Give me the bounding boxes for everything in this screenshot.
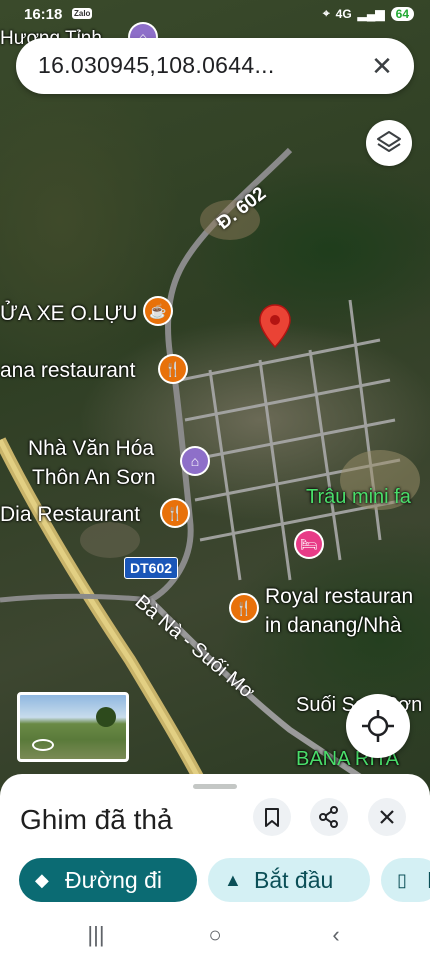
android-nav-bar: ||| ○ ‹ [0,912,430,960]
bookmark-icon [265,808,279,827]
directions-button[interactable]: ◆ Đường đi [19,858,197,902]
close-icon[interactable]: ✕ [366,50,398,82]
road-shield-dt602: DT602 [124,557,179,579]
community-hall-poi-icon[interactable]: ⌂ [182,448,208,474]
restaurant-poi-icon[interactable]: 🍴 [231,595,257,621]
tree-shape [96,707,116,727]
zalo-badge: Zalo [72,8,93,19]
share-icon [319,806,338,828]
home-icon[interactable]: ○ [195,920,235,950]
battery-level: 64 [390,6,414,21]
close-sheet-button[interactable] [368,798,406,836]
restaurant-poi-icon[interactable]: 🍴 [162,500,188,526]
status-right: ⌖ 4G ▂▄▆ 64 [323,6,414,21]
map-label-dia-restaurant: Dia Restaurant [0,503,141,526]
location-icon: ⌖ [322,6,330,20]
street-view-360-icon [32,739,54,751]
map-label-royal-2: in danang/Nhà [265,614,402,637]
layers-button[interactable] [366,120,412,166]
dropped-pin-icon[interactable] [258,303,292,349]
status-time: 16:18 [24,6,63,23]
recent-apps-icon[interactable]: ||| [76,920,116,950]
search-bar[interactable]: 16.030945,108.0644... ✕ [16,38,414,94]
sheet-drag-handle[interactable] [193,784,237,789]
save-button[interactable] [253,798,291,836]
crosshair-icon [362,710,394,742]
navigation-arrow-icon: ▲ [224,870,242,890]
restaurant-poi-icon[interactable]: 🍴 [160,356,186,382]
map-label-sua-xe: ỬA XE O.LỰU [0,302,138,325]
map-label-nha-van-hoa: Nhà Văn Hóa [28,437,155,460]
directions-label: Đường đi [65,867,162,893]
cafe-poi-icon[interactable]: ☕ [145,298,171,324]
back-icon[interactable]: ‹ [316,920,356,950]
hotel-poi-icon[interactable]: 🛏 [296,531,322,557]
map-label-ana-restaurant: ana restaurant [0,359,136,382]
status-bar: 16:18 Zalo ⌖ 4G ▂▄▆ 64 [0,0,430,30]
search-coordinates[interactable]: 16.030945,108.0644... [38,52,275,79]
my-location-button[interactable] [346,694,410,758]
map-label-thon-an-son: Thôn An Sơn [32,466,156,489]
share-button[interactable] [310,798,348,836]
map-label-royal: Royal restauran [265,585,414,608]
start-label: Bắt đầu [254,867,334,893]
bookmark-icon: ▯ [397,870,407,890]
save-list-button[interactable]: ▯ L [381,858,430,902]
sheet-title: Ghim đã thả [20,804,173,835]
signal-icon: ▂▄▆ [357,6,385,21]
network-type: 4G [335,6,352,21]
start-button[interactable]: ▲ Bắt đầu [208,858,370,902]
layers-icon [377,131,401,152]
close-icon [380,810,394,824]
map-label-trau-mini: Trâu mini fa [306,486,411,508]
directions-icon: ◆ [35,870,49,890]
street-view-thumbnail[interactable] [17,692,129,762]
